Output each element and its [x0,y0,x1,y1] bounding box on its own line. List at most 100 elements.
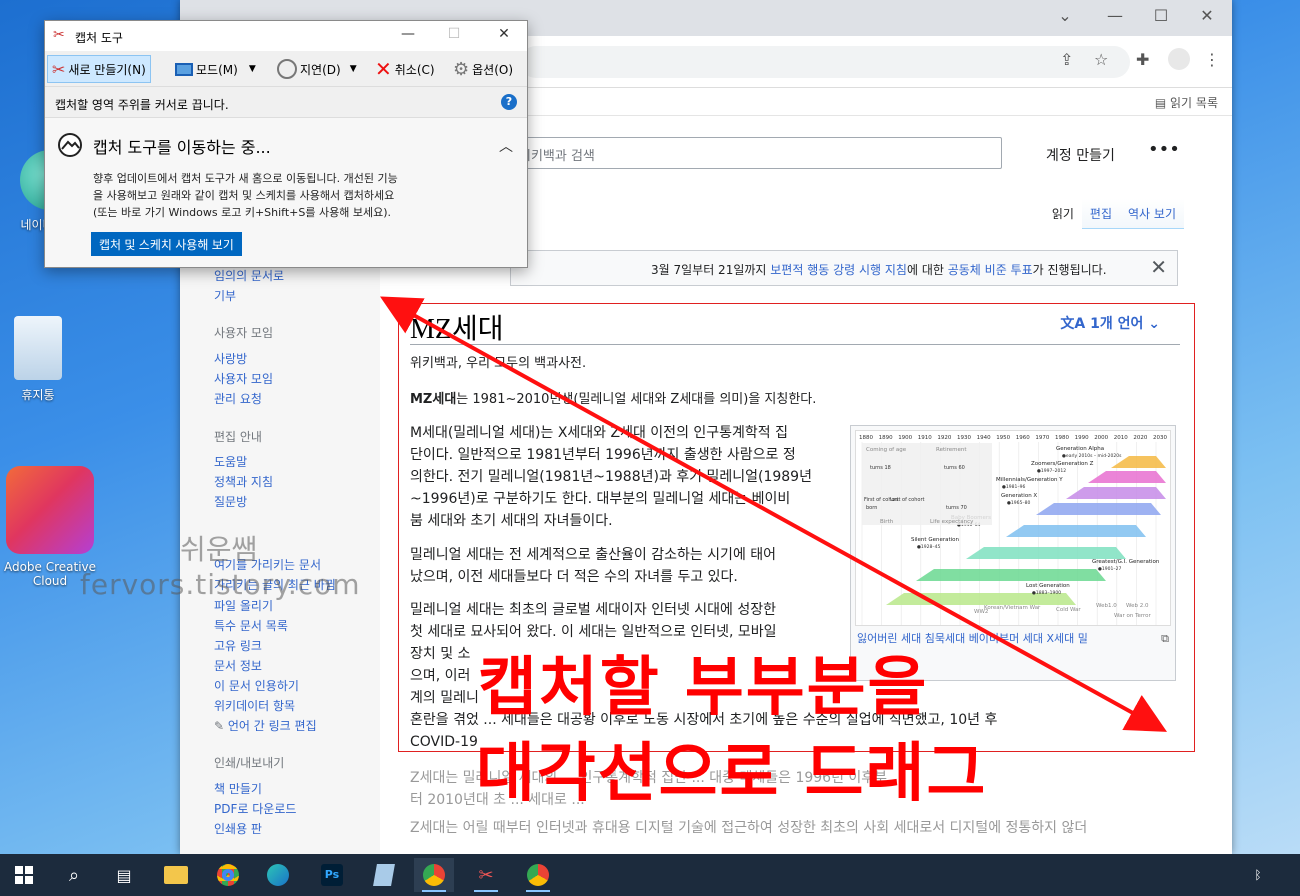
sidebar-link[interactable]: 문서 정보 [214,657,262,674]
notice-link-ucoc[interactable]: 보편적 행동 강령 시행 지침 [770,263,907,277]
desktop-icon-label: 휴지통 [21,388,55,402]
generation-years-label: ●early 2010s – mid-2020s [1062,453,1122,459]
maximize-icon[interactable]: ☐ [441,26,467,42]
notepad-icon[interactable] [364,858,404,892]
help-icon[interactable]: ? [501,94,517,110]
more-options-button[interactable]: ••• [1148,139,1180,160]
para-line: ~1996년)로 구분하기도 한다. 대부분의 밀레니얼 세대는 베이비 [410,491,791,507]
tab-history[interactable]: 역사 보기 [1120,199,1184,229]
chevron-up-icon[interactable]: ︿ [499,136,513,156]
bluetooth-icon[interactable]: ᛒ [1246,858,1270,892]
sidebar-link[interactable]: 사랑방 [214,350,247,367]
year-tick-label: 1960 [1016,435,1030,441]
paragraph-millennial: M세대(밀레니얼 세대)는 X세대와 Z세대 이전의 인구통계학적 집 단이다.… [410,422,840,532]
sidebar-link[interactable]: 관리 요청 [214,390,262,407]
generation-label: Millennials/Generation Y [996,477,1063,483]
wiki-search-input[interactable]: 위키백과 검색 [508,137,1002,169]
mode-button[interactable]: 모드(M) ▼ [171,55,260,83]
try-snip-sketch-button[interactable]: 캡처 및 스케치 사용해 보기 [91,232,242,256]
desktop-icon-recycle-bin[interactable]: 휴지통 [0,316,88,403]
sidebar-link[interactable]: PDF로 다운로드 [214,800,296,817]
year-tick-label: 1970 [1035,435,1049,441]
task-view-icon[interactable]: ▤ [104,858,144,892]
cancel-button[interactable]: ✕ 취소(C) [371,55,439,83]
recycle-bin-icon [14,316,62,380]
close-icon[interactable]: ✕ [491,26,517,42]
enlarge-icon[interactable]: ⧉ [1161,632,1169,646]
maximize-icon[interactable]: ☐ [1146,6,1176,25]
para-line: 붐 세대와 초기 세대의 자녀들이다. [410,513,613,529]
chevron-down-icon[interactable]: ⌄ [1050,6,1080,25]
snipping-tool-taskbar-icon[interactable]: ✂ [466,858,506,892]
extensions-icon[interactable]: ✚ [1136,50,1149,69]
address-bar[interactable] [520,46,1130,78]
tab-edit[interactable]: 편집 [1081,199,1121,229]
page-tabs: 읽기 편집 역사 보기 [1043,199,1184,229]
chevron-down-icon: ⌄ [1143,316,1160,332]
generation-years-label: ●1965–80 [1007,500,1030,506]
lead-text: 는 1981~2010년생(밀레니얼 세대와 Z세대를 의미)을 지칭한다. [456,392,817,407]
share-icon[interactable]: ⇪ [1060,50,1073,69]
legend-born: born [866,505,877,511]
generation-band-silent [966,547,1126,559]
notice-link-vote[interactable]: 공동체 비준 투표 [948,263,1033,277]
tab-read[interactable]: 읽기 [1043,199,1082,229]
cancel-label: 취소(C) [394,62,435,77]
generations-chart-image[interactable]: 1880 1890 1900 1910 1920 1930 1940 1950 1960 1970… [855,430,1171,626]
sidebar-link[interactable]: 질문방 [214,493,247,510]
legend-life-expectancy: Life expectancy [930,519,974,525]
reading-list-label: 읽기 목록 [1170,96,1218,110]
windows-logo-icon [15,866,33,884]
close-icon[interactable]: ✕ [1150,255,1167,279]
sidebar-link[interactable]: 임의의 문서로 [214,267,284,284]
year-tick-label: 1990 [1075,435,1089,441]
minimize-icon[interactable]: — [1100,6,1130,25]
notice-text-pre: 3월 7일부터 21일까지 [651,263,771,277]
sidebar-link[interactable]: 사용자 모임 [214,370,273,387]
creative-cloud-icon [6,466,94,554]
search-icon[interactable]: ⌕ [54,858,94,892]
create-account-link[interactable]: 계정 만들기 [1046,145,1115,165]
chrome-icon[interactable] [208,858,248,892]
promo-line: 향후 업데이트에서 캡처 도구가 새 홈으로 이동됩니다. 개선된 기능 [93,172,398,185]
bookmark-star-icon[interactable]: ☆ [1094,50,1108,69]
year-tick-label: 1940 [977,435,991,441]
year-tick-label: 1950 [996,435,1010,441]
year-tick-label: 2010 [1114,435,1128,441]
menu-kebab-icon[interactable]: ⋮ [1204,50,1220,69]
sidebar-link[interactable]: 책 만들기 [214,780,262,797]
event-web20: Web 2.0 [1126,603,1149,609]
sidebar-link[interactable]: 위키데이터 항목 [214,697,295,714]
sidebar-link[interactable]: 특수 문서 목록 [214,617,288,634]
chrome-profile-icon[interactable] [518,858,558,892]
chrome-active-icon[interactable] [414,858,454,892]
sidebar-link[interactable]: 고유 링크 [214,637,262,654]
edge-icon[interactable] [258,858,298,892]
promo-body: 향후 업데이트에서 캡처 도구가 새 홈으로 이동됩니다. 개선된 기능 을 사… [93,170,493,221]
promo-heading: 캡처 도구를 이동하는 중... [93,138,271,157]
new-snip-button[interactable]: ✂ 새로 만들기(N) [47,55,151,83]
language-button[interactable]: 文A 1개 언어 ⌄ [1060,313,1160,333]
options-button[interactable]: ⚙ 옵션(O) [449,55,517,83]
close-icon[interactable]: ✕ [1192,6,1222,25]
reading-list-button[interactable]: ▤ 읽기 목록 [1155,94,1218,111]
file-explorer-icon[interactable] [156,858,196,892]
para-line: 단이다. 일반적으로 1981년부터 1996년까지 출생한 사람으로 정 [410,447,796,463]
legend-panel [862,443,992,525]
sidebar-link[interactable]: 이 문서 인용하기 [214,677,299,694]
sidebar-link[interactable]: 도움말 [214,453,247,470]
snip-titlebar: ✂ 캡처 도구 — ☐ ✕ [45,21,527,51]
translate-icon: 文A [1060,316,1091,332]
start-button[interactable] [4,858,44,892]
profile-avatar[interactable] [1168,48,1190,70]
sidebar-link[interactable]: 기부 [214,287,236,304]
photoshop-icon[interactable]: Ps [312,858,352,892]
sidebar-link-interlanguage[interactable]: ✎ 언어 간 링크 편집 [214,717,317,734]
minimize-icon[interactable]: — [395,26,421,42]
sidebar-link[interactable]: 인쇄용 판 [214,820,262,837]
year-tick-label: 1890 [879,435,893,441]
generation-years-label: ●1901–27 [1098,566,1121,572]
delay-button[interactable]: 지연(D) ▼ [273,55,361,83]
sidebar-link[interactable]: 정책과 지침 [214,473,273,490]
generation-years-label: ●1997–2012 [1037,468,1066,474]
